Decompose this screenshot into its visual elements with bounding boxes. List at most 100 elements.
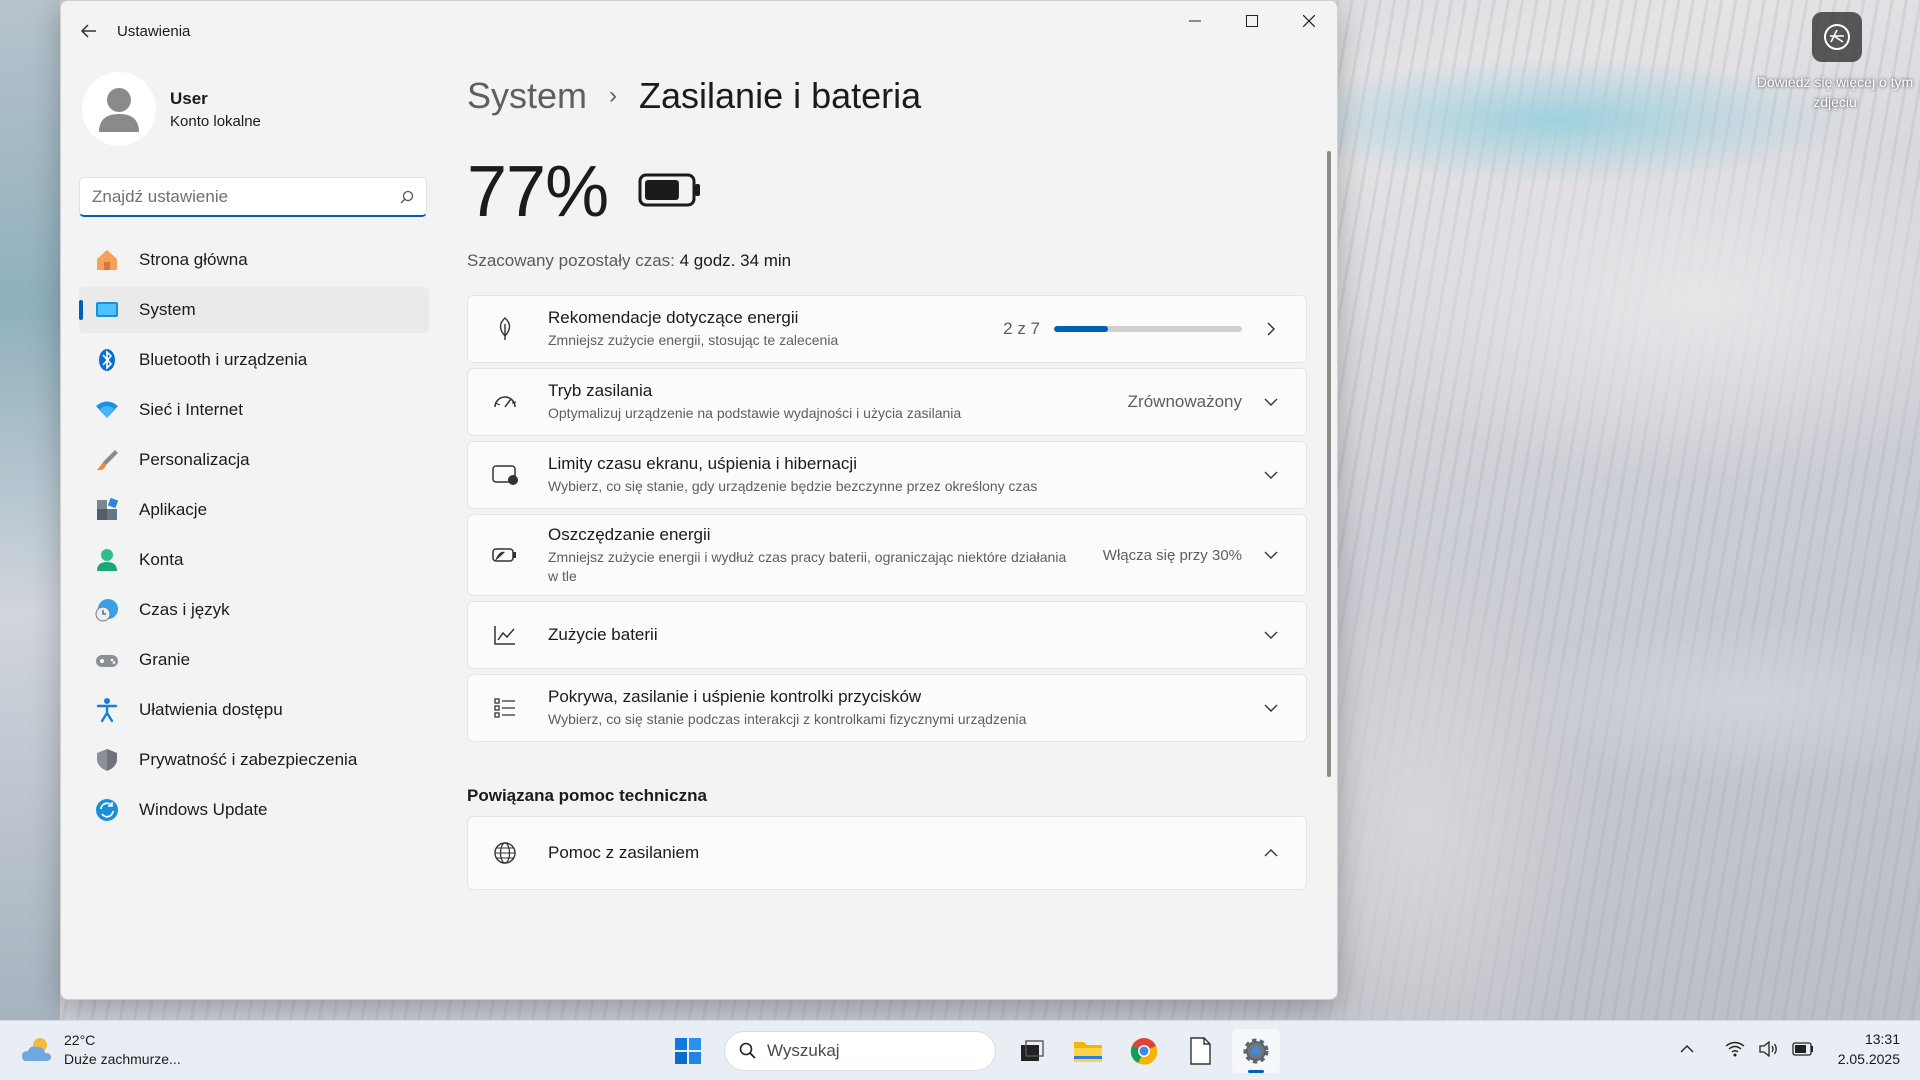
breadcrumb-parent[interactable]: System (467, 75, 587, 117)
sidebar-item-label: System (139, 300, 196, 319)
chevron-down-icon[interactable] (1256, 703, 1286, 713)
maximize-button[interactable] (1223, 1, 1280, 41)
chevron-up-icon[interactable] (1256, 848, 1286, 858)
user-placeholder-icon (99, 88, 139, 132)
bluetooth-icon (93, 346, 121, 374)
search-icon (739, 1042, 756, 1059)
network-tray-button[interactable] (1720, 1029, 1750, 1069)
wallpaper-info-button[interactable] (1812, 12, 1862, 62)
search-icon (400, 190, 414, 203)
power-mode-value[interactable]: Zrównoważony (1128, 392, 1242, 412)
chart-line-icon (490, 620, 520, 650)
battery-tray-button[interactable] (1788, 1029, 1818, 1069)
profile-account-type: Konto lokalne (170, 112, 261, 130)
settings-app-button[interactable] (1232, 1029, 1280, 1073)
chevron-right-icon (1256, 322, 1286, 336)
energy-saver-icon (490, 540, 520, 570)
brush-icon (93, 446, 121, 474)
scrollbar[interactable] (1327, 151, 1331, 777)
show-hidden-icons-button[interactable] (1672, 1029, 1702, 1069)
volume-tray-button[interactable] (1754, 1029, 1784, 1069)
user-profile[interactable]: User Konto lokalne (82, 61, 429, 157)
account-icon (93, 546, 121, 574)
clock[interactable]: 13:31 2.05.2025 (1838, 1029, 1900, 1069)
settings-search[interactable] (79, 177, 427, 217)
chevron-down-icon[interactable] (1256, 550, 1286, 560)
card-energy-recommendations[interactable]: Rekomendacje dotyczące energii Zmniejsz … (467, 295, 1307, 363)
card-title: Pokrywa, zasilanie i uśpienie kontrolki … (548, 687, 922, 706)
screen-sleep-icon (490, 460, 520, 490)
sidebar-item-system[interactable]: System (79, 287, 429, 333)
task-view-button[interactable] (1008, 1029, 1056, 1073)
sidebar-item-accessibility[interactable]: Ułatwienia dostępu (79, 687, 429, 733)
partly-cloudy-icon (22, 1038, 51, 1061)
chrome-button[interactable] (1120, 1029, 1168, 1073)
breadcrumb-separator: › (609, 82, 618, 109)
sidebar-item-time-language[interactable]: Czas i język (79, 587, 429, 633)
accessibility-icon (93, 696, 121, 724)
card-screen-sleep-timeouts[interactable]: Limity czasu ekranu, uśpienia i hibernac… (467, 441, 1307, 509)
sidebar-item-label: Sieć i Internet (139, 400, 243, 419)
battery-percent: 77% (467, 152, 609, 232)
speaker-icon (1759, 1041, 1777, 1057)
notepad-button[interactable] (1176, 1029, 1224, 1073)
sidebar-item-windows-update[interactable]: Windows Update (79, 787, 429, 833)
sidebar-item-network[interactable]: Sieć i Internet (79, 387, 429, 433)
clock-date: 2.05.2025 (1837, 1051, 1900, 1067)
file-explorer-button[interactable] (1064, 1029, 1112, 1073)
start-button[interactable] (664, 1029, 712, 1073)
estimate-value: 4 godz. 34 min (679, 251, 792, 270)
taskbar: 22°C Duże zachmurze... Wyszukaj 13:31 2.… (0, 1020, 1920, 1080)
system-icon (93, 296, 121, 324)
recommendations-progress-bar (1054, 326, 1242, 332)
sidebar-item-bluetooth[interactable]: Bluetooth i urządzenia (79, 337, 429, 383)
progress-fill (1054, 326, 1108, 332)
update-icon (93, 796, 121, 824)
chevron-down-icon[interactable] (1256, 397, 1286, 407)
wallpaper-left (0, 0, 60, 1020)
card-battery-usage[interactable]: Zużycie baterii (467, 601, 1307, 669)
weather-widget[interactable]: 22°C Duże zachmurze... (20, 1031, 181, 1069)
power-mode-gauge-icon (490, 387, 520, 417)
arrow-left-icon (80, 24, 96, 38)
card-power-help[interactable]: Pomoc z zasilaniem (467, 816, 1307, 890)
main-content: System › Zasilanie i bateria 77% Szacowa… (467, 61, 1317, 999)
breadcrumb: System › Zasilanie i bateria (467, 75, 1317, 117)
sidebar-item-label: Aplikacje (139, 500, 208, 519)
sidebar-item-gaming[interactable]: Granie (79, 637, 429, 683)
chevron-down-icon[interactable] (1256, 470, 1286, 480)
sidebar-item-label: Windows Update (139, 800, 268, 819)
sidebar-item-privacy[interactable]: Prywatność i zabezpieczenia (79, 737, 429, 783)
sidebar-item-personalization[interactable]: Personalizacja (79, 437, 429, 483)
apps-icon (93, 496, 121, 524)
card-power-mode[interactable]: Tryb zasilania Optymalizuj urządzenie na… (467, 368, 1307, 436)
sidebar-item-apps[interactable]: Aplikacje (79, 487, 429, 533)
sidebar-item-label: Czas i język (139, 600, 230, 619)
app-title: Ustawienia (117, 22, 191, 40)
leaf-icon (490, 314, 520, 344)
weather-description: Duże zachmurze... (64, 1051, 181, 1067)
search-input[interactable] (92, 186, 400, 207)
close-button[interactable] (1280, 1, 1337, 41)
sidebar-item-accounts[interactable]: Konta (79, 537, 429, 583)
sidebar-item-label: Konta (139, 550, 184, 569)
chevron-down-icon[interactable] (1256, 630, 1286, 640)
document-icon (1190, 1037, 1211, 1065)
settings-window: Ustawienia User Konto lokalne Znajdź ust… (60, 0, 1338, 1000)
taskbar-search[interactable]: Wyszukaj (724, 1031, 996, 1071)
minimize-button[interactable] (1166, 1, 1223, 41)
time-language-icon (93, 596, 121, 624)
back-button[interactable] (61, 1, 117, 61)
sidebar-item-label: Ułatwienia dostępu (139, 700, 283, 719)
card-energy-saver[interactable]: Oszczędzanie energii Zmniejsz zużycie en… (467, 514, 1307, 596)
card-title: Zużycie baterii (548, 625, 658, 644)
gear-icon (1243, 1038, 1269, 1064)
wallpaper-caption[interactable]: Dowiedz się więcej o tym zdjęciu (1750, 72, 1920, 112)
card-title: Pomoc z zasilaniem (548, 843, 700, 862)
card-lid-power-buttons[interactable]: Pokrywa, zasilanie i uśpienie kontrolki … (467, 674, 1307, 742)
sidebar-item-label: Bluetooth i urządzenia (139, 350, 308, 369)
battery-icon (638, 173, 702, 212)
card-title: Limity czasu ekranu, uśpienia i hibernac… (548, 454, 857, 473)
settings-cards: Rekomendacje dotyczące energii Zmniejsz … (467, 295, 1307, 890)
sidebar-item-home[interactable]: Strona główna (79, 237, 429, 283)
